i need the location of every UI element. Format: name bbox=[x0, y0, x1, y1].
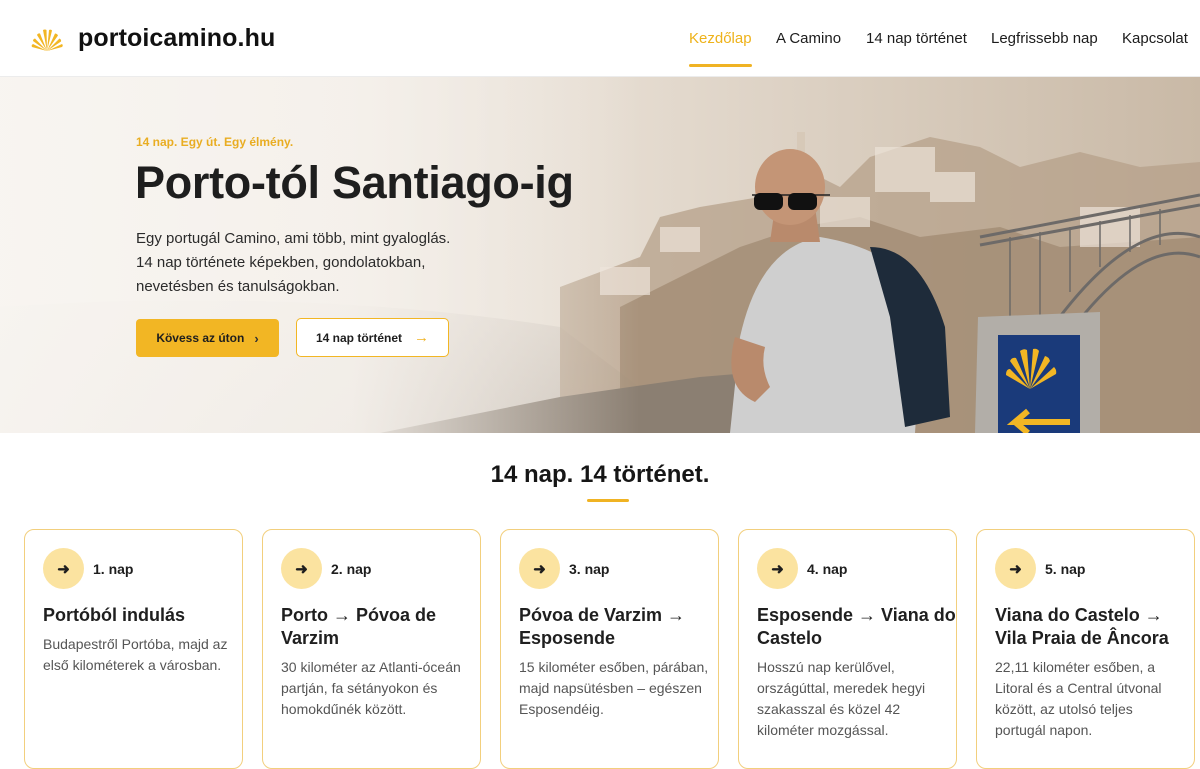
story-14-days-label: 14 nap történet bbox=[315, 330, 402, 345]
hero-section: 14 nap. Egy út. Egy élmény. Porto-tól Sa… bbox=[0, 77, 1200, 433]
hero-subtitle-line: 14 nap története képekben, gondolatokban… bbox=[136, 254, 426, 271]
nav-item-kezdolap[interactable]: Kezdőlap bbox=[689, 30, 752, 47]
card-description: 15 kilométer esőben, párában, majd napsü… bbox=[519, 659, 709, 717]
day-card-1[interactable]: ➜ 1. nap Portóból indulás Budapestről Po… bbox=[24, 529, 243, 769]
card-description: Budapestről Portóba, majd az első kilomé… bbox=[43, 636, 228, 673]
arrow-right-icon: → bbox=[414, 329, 429, 346]
card-title: Póvoa de Varzim → Esposende bbox=[519, 605, 686, 648]
section-title-underline bbox=[587, 499, 629, 502]
arrow-right-icon: ➜ bbox=[43, 548, 84, 589]
hero-subtitle-line: Egy portugál Camino, ami több, mint gyal… bbox=[136, 230, 451, 247]
day-card-2[interactable]: ➜ 2. nap Porto → Póvoa de Varzim 30 kilo… bbox=[262, 529, 481, 769]
follow-journey-button[interactable]: Kövess az úton › bbox=[136, 319, 279, 357]
hero-title: Porto-tól Santiago-ig bbox=[135, 157, 574, 208]
chevron-right-icon: › bbox=[254, 330, 259, 346]
card-title: Esposende → Viana do Castelo bbox=[757, 605, 956, 648]
hero-eyebrow: 14 nap. Egy út. Egy élmény. bbox=[136, 135, 294, 149]
card-title: Portóból indulás bbox=[43, 605, 185, 625]
hero-subtitle: Egy portugál Camino, ami több, mint gyal… bbox=[136, 227, 496, 299]
nav-item-legfrissebb-nap[interactable]: Legfrissebb nap bbox=[991, 30, 1098, 47]
arrow-right-icon: ➜ bbox=[519, 548, 560, 589]
site-logo-text[interactable]: portoicamino.hu bbox=[78, 24, 275, 53]
card-description: 22,11 kilométer esőben, a Litoral és a C… bbox=[995, 659, 1162, 738]
day-card-3[interactable]: ➜ 3. nap Póvoa de Varzim → Esposende 15 … bbox=[500, 529, 719, 769]
arrow-right-icon: ➜ bbox=[995, 548, 1036, 589]
card-day-label: 2. nap bbox=[331, 561, 372, 577]
card-day-label: 4. nap bbox=[807, 561, 848, 577]
follow-journey-label: Kövess az úton bbox=[156, 331, 245, 345]
story-14-days-button[interactable]: 14 nap történet → bbox=[296, 318, 449, 357]
card-description: Hosszú nap kerülővel, országúttal, mered… bbox=[757, 659, 926, 738]
section-title: 14 nap. 14 történet. bbox=[490, 461, 710, 488]
nav-item-a-camino[interactable]: A Camino bbox=[776, 30, 841, 47]
card-day-label: 3. nap bbox=[569, 561, 610, 577]
card-day-label: 5. nap bbox=[1045, 561, 1086, 577]
nav-item-14-nap-tortenet[interactable]: 14 nap történet bbox=[866, 30, 967, 47]
card-title: Porto → Póvoa de Varzim bbox=[281, 605, 437, 648]
site-header: portoicamino.hu Kezdőlap A Camino 14 nap… bbox=[0, 0, 1200, 77]
scallop-shell-icon[interactable] bbox=[30, 27, 64, 53]
nav-active-indicator bbox=[689, 64, 752, 67]
card-description: 30 kilométer az Atlanti-óceán partján, f… bbox=[281, 659, 461, 717]
card-title: Viana do Castelo → Vila Praia de Âncora bbox=[995, 605, 1169, 648]
hero-subtitle-line: nevetésben és tanulságokban. bbox=[136, 278, 340, 295]
arrow-right-icon: ➜ bbox=[281, 548, 322, 589]
card-day-label: 1. nap bbox=[93, 561, 134, 577]
arrow-right-icon: ➜ bbox=[757, 548, 798, 589]
nav-item-kapcsolat[interactable]: Kapcsolat bbox=[1122, 30, 1188, 47]
day-card-5[interactable]: ➜ 5. nap Viana do Castelo → Vila Praia d… bbox=[976, 529, 1195, 769]
day-card-4[interactable]: ➜ 4. nap Esposende → Viana do Castelo Ho… bbox=[738, 529, 957, 769]
